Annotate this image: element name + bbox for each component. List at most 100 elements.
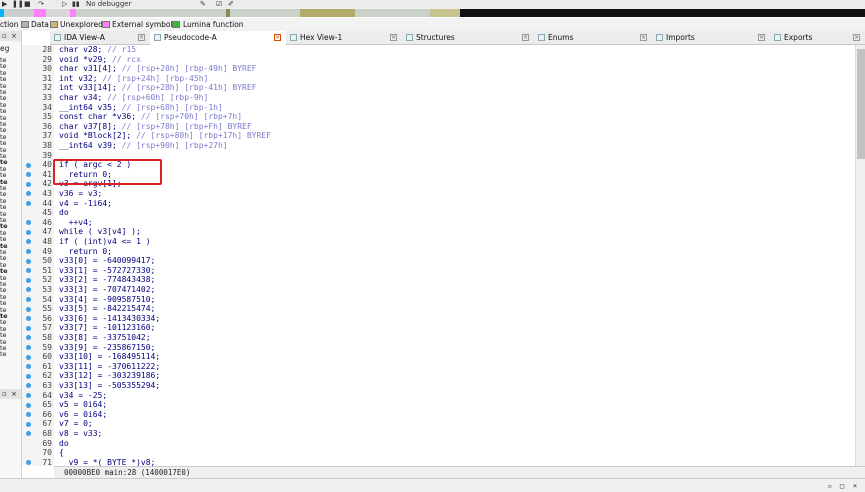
- breakpoint-dot-icon[interactable]: [26, 296, 31, 302]
- code-line[interactable]: __int64 v35; // [rsp+68h] [rbp-1h]: [59, 103, 223, 113]
- code-line[interactable]: v33[7] = -101123160;: [59, 323, 155, 333]
- code-line[interactable]: v7 = 0;: [59, 419, 93, 429]
- breakpoint-gutter[interactable]: 28 29 30 31 32 33 34 35 36 37 38 39 40 41 42 43 44 45 46 47…: [22, 45, 54, 467]
- breakpoint-dot-icon[interactable]: [26, 335, 31, 341]
- scrollbar-thumb[interactable]: [857, 49, 865, 159]
- code-line[interactable]: v33[4] = -909587510;: [59, 295, 155, 305]
- code-line[interactable]: char v31[4]; // [rsp+20h] [rbp-49h] BYRE…: [59, 64, 256, 74]
- code-line[interactable]: char v34; // [rsp+60h] [rbp-9h]: [59, 93, 208, 103]
- code-line[interactable]: int v32; // [rsp+24h] [rbp-45h]: [59, 74, 208, 84]
- close-icon[interactable]: ×: [851, 482, 859, 490]
- tab-hex-view-1[interactable]: Hex View-1 ×: [286, 31, 402, 45]
- code-line[interactable]: const char *v36; // [rsp+70h] [rbp+7h]: [59, 112, 242, 122]
- code-line[interactable]: v34 = -25;: [59, 391, 107, 401]
- tab-close-icon[interactable]: ×: [640, 34, 647, 41]
- breakpoint-dot-icon[interactable]: [26, 306, 31, 312]
- function-list-item[interactable]: te: [0, 350, 7, 358]
- breakpoint-dot-icon[interactable]: [26, 268, 31, 274]
- play-icon[interactable]: ▶: [2, 0, 7, 8]
- tab-pseudocode-a[interactable]: Pseudocode-A ×: [150, 31, 286, 45]
- maximize-icon[interactable]: □: [838, 482, 846, 490]
- pause-icon[interactable]: ❚❚: [12, 0, 24, 8]
- restore-icon[interactable]: ▫: [2, 389, 7, 399]
- debugger-select[interactable]: No debugger: [86, 0, 131, 8]
- code-line[interactable]: v33[0] = -640099417;: [59, 256, 155, 266]
- tab-structures[interactable]: Structures ×: [402, 31, 534, 45]
- breakpoint-dot-icon[interactable]: [26, 431, 31, 437]
- code-line[interactable]: v36 = v3;: [59, 189, 102, 199]
- code-line[interactable]: while ( v3[v4] );: [59, 227, 141, 237]
- code-line[interactable]: v8 = v33;: [59, 429, 102, 439]
- close-icon[interactable]: ×: [11, 31, 17, 41]
- breakpoint-dot-icon[interactable]: [26, 402, 31, 408]
- code-line[interactable]: char v37[8]; // [rsp+78h] [rbp+Fh] BYREF: [59, 122, 252, 132]
- code-line[interactable]: v33[3] = -707471402;: [59, 285, 155, 295]
- code-line[interactable]: return 0;: [59, 247, 112, 257]
- code-line[interactable]: if ( (int)v4 <= 1 ): [59, 237, 151, 247]
- pseudocode-view[interactable]: char v28; // r15 void *v29; // rcx char v3…: [54, 45, 854, 466]
- code-line[interactable]: void *Block[2]; // [rsp+80h] [rbp+17h] B…: [59, 131, 271, 141]
- code-line[interactable]: ++v4;: [59, 218, 93, 228]
- code-line[interactable]: v33[13] = -505355294;: [59, 381, 160, 391]
- breakpoint-dot-icon[interactable]: [26, 162, 31, 168]
- restore-icon[interactable]: ▫: [2, 31, 7, 41]
- code-line[interactable]: v4 = -1i64;: [59, 199, 112, 209]
- code-line[interactable]: v33[6] = -1413430334;: [59, 314, 160, 324]
- code-line[interactable]: void *v29; // rcx: [59, 55, 141, 65]
- tab-close-icon[interactable]: ×: [274, 34, 281, 41]
- tab-ida-view-a[interactable]: IDA View-A ×: [50, 31, 150, 45]
- tab-close-icon[interactable]: ×: [390, 34, 397, 41]
- breakpoint-dot-icon[interactable]: [26, 325, 31, 331]
- tab-close-icon[interactable]: ×: [522, 34, 529, 41]
- breakpoint-dot-icon[interactable]: [26, 258, 31, 264]
- code-line[interactable]: do: [59, 439, 69, 449]
- code-line[interactable]: v5 = 0i64;: [59, 400, 107, 410]
- restore-icon[interactable]: ▫: [826, 482, 834, 490]
- code-line[interactable]: v33[5] = -842215474;: [59, 304, 155, 314]
- code-line[interactable]: v33[1] = -572727330;: [59, 266, 155, 276]
- breakpoint-dot-icon[interactable]: [26, 248, 31, 254]
- vertical-scrollbar[interactable]: [855, 45, 865, 466]
- breakpoint-dot-icon[interactable]: [26, 181, 31, 187]
- close-icon[interactable]: ×: [11, 389, 17, 399]
- code-line[interactable]: v33[12] = -303239186;: [59, 371, 160, 381]
- breakpoint-dot-icon[interactable]: [26, 392, 31, 398]
- breakpoint-dot-icon[interactable]: [26, 460, 31, 466]
- code-line[interactable]: v6 = 0i64;: [59, 410, 107, 420]
- edit-icon[interactable]: ✎: [200, 0, 206, 8]
- breakpoint-dot-icon[interactable]: [26, 191, 31, 197]
- code-line[interactable]: v33[2] = -774843438;: [59, 275, 155, 285]
- tab-close-icon[interactable]: ×: [853, 34, 860, 41]
- code-line[interactable]: {: [59, 448, 64, 458]
- tab-imports[interactable]: Imports ×: [652, 31, 770, 45]
- breakpoint-dot-icon[interactable]: [26, 220, 31, 226]
- pin-icon[interactable]: ✐: [228, 0, 234, 8]
- breakpoint-dot-icon[interactable]: [26, 383, 31, 389]
- code-line[interactable]: __int64 v39; // [rsp+90h] [rbp+27h]: [59, 141, 228, 151]
- code-line[interactable]: do: [59, 208, 69, 218]
- code-line[interactable]: v33[9] = -235867150;: [59, 343, 155, 353]
- tab-close-icon[interactable]: ×: [138, 34, 145, 41]
- stop-icon[interactable]: ■: [24, 0, 31, 8]
- breakpoint-dot-icon[interactable]: [26, 316, 31, 322]
- code-line[interactable]: v9 = *(_BYTE *)v8;: [59, 458, 156, 466]
- run-icon[interactable]: ▷: [62, 0, 67, 8]
- tab-enums[interactable]: Enums ×: [534, 31, 652, 45]
- check-icon[interactable]: ☑: [216, 0, 222, 8]
- breakpoint-dot-icon[interactable]: [26, 421, 31, 427]
- breakpoint-dot-icon[interactable]: [26, 172, 31, 178]
- code-line[interactable]: char v28; // r15: [59, 45, 136, 55]
- tab-close-icon[interactable]: ×: [758, 34, 765, 41]
- breakpoint-dot-icon[interactable]: [26, 344, 31, 350]
- breakpoint-dot-icon[interactable]: [26, 287, 31, 293]
- breakpoint-dot-icon[interactable]: [26, 277, 31, 283]
- step-icon[interactable]: ↷: [38, 0, 44, 8]
- code-line[interactable]: v33[11] = -370611222;: [59, 362, 160, 372]
- code-line[interactable]: v33[8] = -33751042;: [59, 333, 151, 343]
- tab-exports[interactable]: Exports ×: [770, 31, 865, 45]
- breakpoint-dot-icon[interactable]: [26, 239, 31, 245]
- breakpoint-dot-icon[interactable]: [26, 412, 31, 418]
- breakpoint-dot-icon[interactable]: [26, 229, 31, 235]
- breakpoint-dot-icon[interactable]: [26, 364, 31, 370]
- breakpoint-dot-icon[interactable]: [26, 354, 31, 360]
